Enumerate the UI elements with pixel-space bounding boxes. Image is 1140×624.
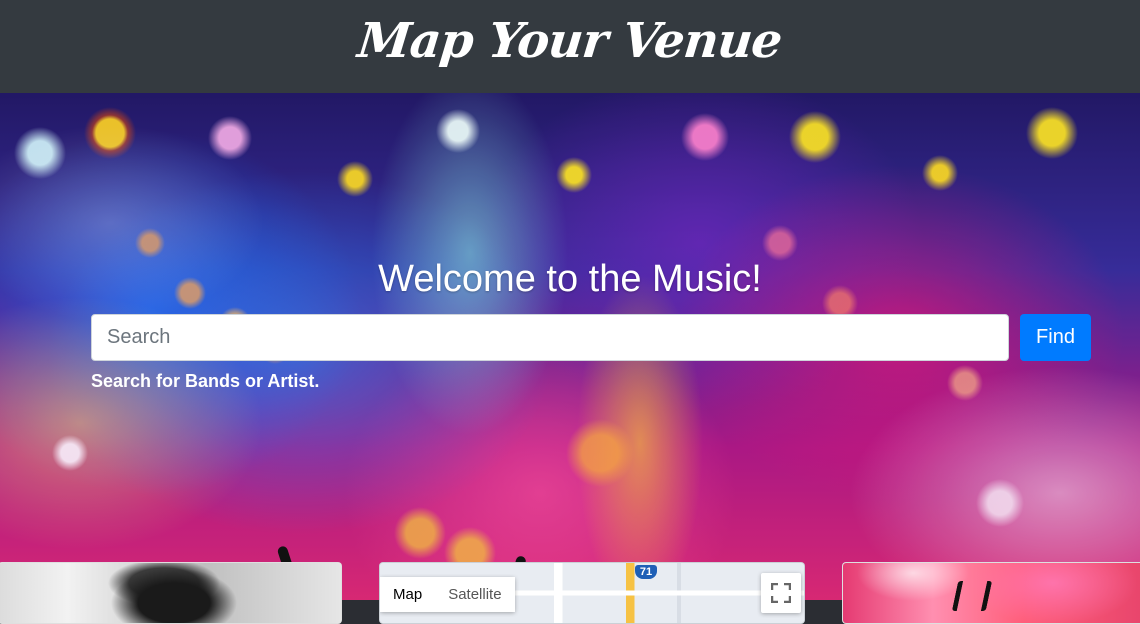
hero-section: Welcome to the Music! Find Search for Ba…: [0, 93, 1140, 600]
hero-title: Welcome to the Music!: [378, 258, 762, 300]
concert-photo: [843, 563, 1140, 623]
map-card: 71 Map Satellite: [379, 562, 805, 624]
map-tab-map[interactable]: Map: [380, 577, 436, 612]
raised-hand-silhouette: [951, 581, 993, 611]
navbar: Map Your Venue: [0, 0, 1140, 93]
artist-photo-card[interactable]: [0, 562, 342, 624]
map-tab-satellite[interactable]: Satellite: [435, 577, 515, 612]
artist-photo: [0, 563, 341, 623]
search-help-text: Search for Bands or Artist.: [91, 371, 320, 391]
search-input[interactable]: [91, 314, 1009, 361]
fullscreen-button[interactable]: [761, 573, 801, 613]
fullscreen-icon: [771, 583, 791, 603]
find-button[interactable]: Find: [1020, 314, 1091, 361]
brand-logo[interactable]: Map Your Venue: [355, 13, 784, 69]
search-form: Find: [91, 314, 1091, 361]
map-type-control: Map Satellite: [380, 577, 515, 612]
highway-shield: 71: [635, 565, 657, 579]
concert-photo-card[interactable]: [842, 562, 1140, 624]
